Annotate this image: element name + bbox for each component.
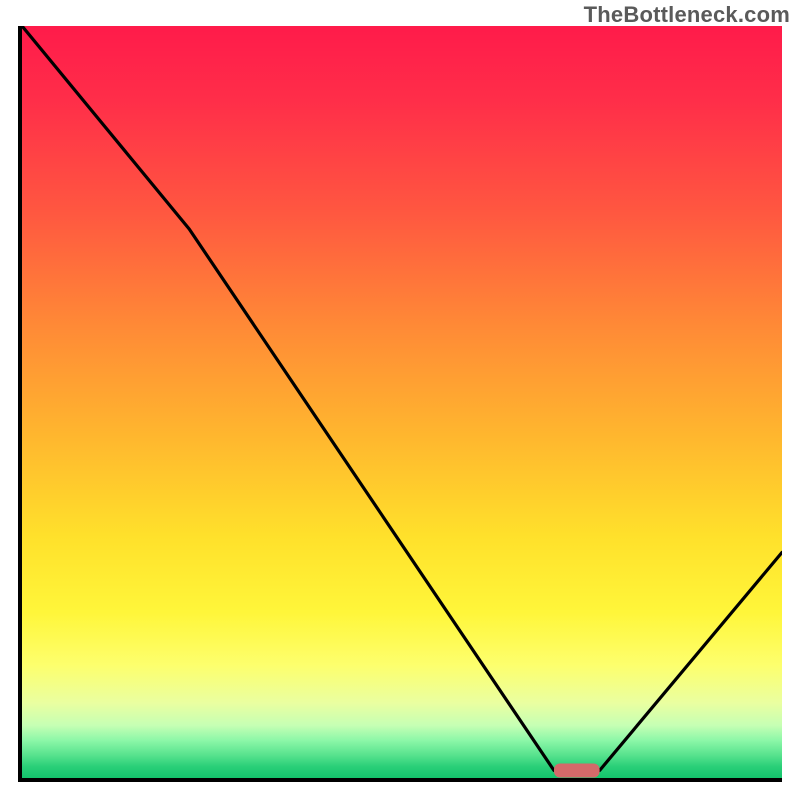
- chart-overlay: [22, 26, 782, 778]
- bottleneck-curve-line: [22, 26, 782, 771]
- optimal-marker: [554, 764, 600, 778]
- watermark-text: TheBottleneck.com: [584, 2, 790, 28]
- chart-plot-area: [18, 26, 782, 782]
